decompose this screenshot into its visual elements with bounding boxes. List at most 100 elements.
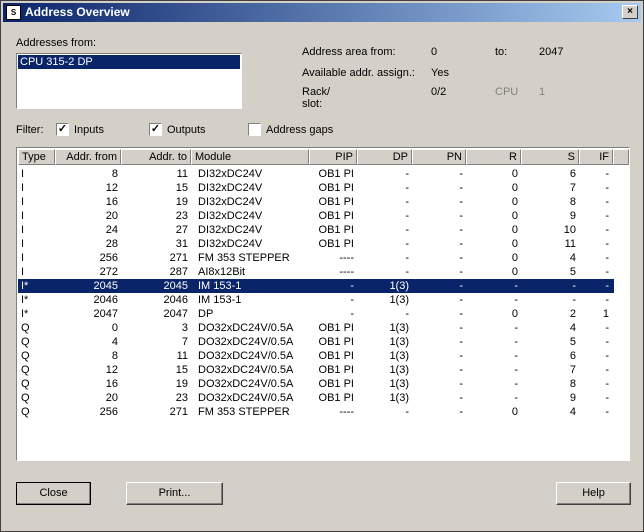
app-icon: S <box>6 5 21 20</box>
title-bar[interactable]: S Address Overview × <box>3 3 641 22</box>
table-row[interactable]: I 20 23 DI32xDC24V OB1 PI - - 0 9 - <box>18 209 614 223</box>
cell-if: - <box>605 210 609 222</box>
column-header-addr-from[interactable]: Addr. from <box>55 149 121 165</box>
cell-dp: - <box>405 168 409 180</box>
cell-pn: - <box>459 266 463 278</box>
close-button[interactable]: Close <box>16 482 91 505</box>
cell-s: - <box>572 294 576 306</box>
column-header-dp[interactable]: DP <box>357 149 412 165</box>
cell-pn: - <box>459 294 463 306</box>
cell-pip: - <box>350 280 354 292</box>
cell-dp: - <box>405 252 409 264</box>
table-row[interactable]: I 272 287 AI8x12Bit ---- - -0 5- <box>18 265 614 279</box>
cell-module: FM 353 STEPPER <box>198 252 290 264</box>
cell-pip: OB1 PI <box>318 336 354 348</box>
table-row[interactable]: Q 12 15 DO32xDC24V/0.5A OB1 PI 1(3) - - 7 - <box>18 363 614 377</box>
table-row[interactable]: Q 8 11 DO32xDC24V/0.5A OB1 PI 1(3) - - 6 - <box>18 349 614 363</box>
addresses-from-label: Addresses from: <box>16 37 97 49</box>
list-item[interactable]: CPU 315-2 DP <box>18 55 240 69</box>
cell-type: I <box>21 168 25 180</box>
slot-label: slot: <box>302 98 323 110</box>
address-gaps-label[interactable]: Address gaps <box>266 124 333 136</box>
cell-pip: OB1 PI <box>318 168 354 180</box>
cell-pn: - <box>459 252 463 264</box>
help-button[interactable]: Help <box>556 482 631 505</box>
print-button[interactable]: Print... <box>126 482 223 505</box>
area-to-value: 2047 <box>539 46 564 58</box>
cell-r: - <box>514 350 518 362</box>
cell-module: DI32xDC24V <box>198 210 263 222</box>
cell-type: Q <box>21 364 30 376</box>
column-header-if[interactable]: IF <box>579 149 613 165</box>
close-window-button[interactable]: × <box>622 5 638 19</box>
column-header-s[interactable]: S <box>521 149 579 165</box>
cell-type: Q <box>21 336 30 348</box>
cell-pip: ---- <box>339 266 354 278</box>
cell-s: 4 <box>569 252 576 264</box>
cell-s: 8 <box>569 196 576 208</box>
address-gaps-checkbox[interactable] <box>248 123 261 136</box>
column-header-type[interactable]: Type <box>18 149 55 165</box>
cell-r: 0 <box>511 182 518 194</box>
cell-if: - <box>605 392 609 404</box>
table-row[interactable]: I* 2047 2047 DP - - - 0 2 1 <box>18 307 614 321</box>
cell-if: - <box>605 406 609 418</box>
avail-assign-label: Available addr. assign.: <box>302 67 415 79</box>
outputs-label[interactable]: Outputs <box>167 124 206 136</box>
cpu-label: CPU <box>495 86 519 98</box>
cell-module: DI32xDC24V <box>198 224 263 236</box>
cell-r: 0 <box>511 168 518 180</box>
cell-s: 8 <box>569 378 576 390</box>
table-row[interactable]: I* 2046 2046 IM 153-1 - 1(3) - - - - <box>18 293 614 307</box>
cell-pn: - <box>459 210 463 222</box>
cell-addr-to: 27 <box>175 224 188 236</box>
cell-r: 0 <box>511 308 518 320</box>
cell-dp: 1(3) <box>389 364 409 376</box>
table-row[interactable]: I 256 271 FM 353 STEPPER ---- - -0 4- <box>18 251 614 265</box>
table-row[interactable]: I* 2045 2045 IM 153-1 - 1(3) - - - - <box>18 279 614 293</box>
table-row[interactable]: Q 256 271 FM 353 STEPPER ---- - -0 4- <box>18 405 614 419</box>
cell-pip: OB1 PI <box>318 210 354 222</box>
cell-module: IM 153-1 <box>198 294 242 306</box>
table-row[interactable]: I 12 15 DI32xDC24V OB1 PI - - 0 7 - <box>18 181 614 195</box>
column-header-pn[interactable]: PN <box>412 149 466 165</box>
cell-dp: - <box>405 196 409 208</box>
column-header-r[interactable]: R <box>466 149 521 165</box>
address-table[interactable]: Type Addr. from Addr. to Module PIP DP P… <box>16 147 630 461</box>
cell-if: - <box>605 336 609 348</box>
cell-s: 7 <box>569 364 576 376</box>
addresses-from-list[interactable]: CPU 315-2 DP <box>16 53 242 109</box>
cell-r: - <box>514 364 518 376</box>
cell-addr-from: 8 <box>111 168 118 180</box>
table-row[interactable]: I 16 19 DI32xDC24V OB1 PI - - 0 8 - <box>18 195 614 209</box>
outputs-checkbox[interactable]: ✓ <box>149 123 162 136</box>
cell-if: - <box>605 280 609 292</box>
cell-r: 0 <box>511 224 518 236</box>
table-row[interactable]: Q 0 3 DO32xDC24V/0.5A OB1 PI 1(3) - - 4 - <box>18 321 614 335</box>
column-header-pip[interactable]: PIP <box>309 149 357 165</box>
cell-addr-to: 23 <box>175 210 188 222</box>
inputs-checkbox[interactable]: ✓ <box>56 123 69 136</box>
cell-s: 5 <box>569 266 576 278</box>
address-overview-window: S Address Overview × Addresses from: CPU… <box>0 0 644 532</box>
table-row[interactable]: I 8 11 DI32xDC24V OB1 PI - - 0 6 - <box>18 167 614 181</box>
table-row[interactable]: Q 16 19 DO32xDC24V/0.5A OB1 PI 1(3) - - 8 - <box>18 377 614 391</box>
cell-addr-to: 19 <box>175 196 188 208</box>
cell-addr-from: 16 <box>105 196 118 208</box>
cell-pn: - <box>459 168 463 180</box>
area-from-label: Address area from: <box>302 46 396 58</box>
table-row[interactable]: I 24 27 DI32xDC24V OB1 PI - - 0 10 - <box>18 223 614 237</box>
table-row[interactable]: Q 20 23 DO32xDC24V/0.5A OB1 PI 1(3) - - 9 - <box>18 391 614 405</box>
inputs-label[interactable]: Inputs <box>74 124 104 136</box>
cell-pn: - <box>459 392 463 404</box>
cell-if: - <box>605 266 609 278</box>
column-header-module[interactable]: Module <box>191 149 309 165</box>
cell-addr-from: 256 <box>99 406 118 418</box>
rack-label: Rack/ <box>302 86 331 98</box>
cell-pip: OB1 PI <box>318 224 354 236</box>
table-row[interactable]: Q 4 7 DO32xDC24V/0.5A OB1 PI 1(3) - - 5 - <box>18 335 614 349</box>
cell-pip: - <box>350 294 354 306</box>
column-header-addr-to[interactable]: Addr. to <box>121 149 191 165</box>
table-row[interactable]: I 28 31 DI32xDC24V OB1 PI - - 0 11 - <box>18 237 614 251</box>
cell-pip: OB1 PI <box>318 182 354 194</box>
